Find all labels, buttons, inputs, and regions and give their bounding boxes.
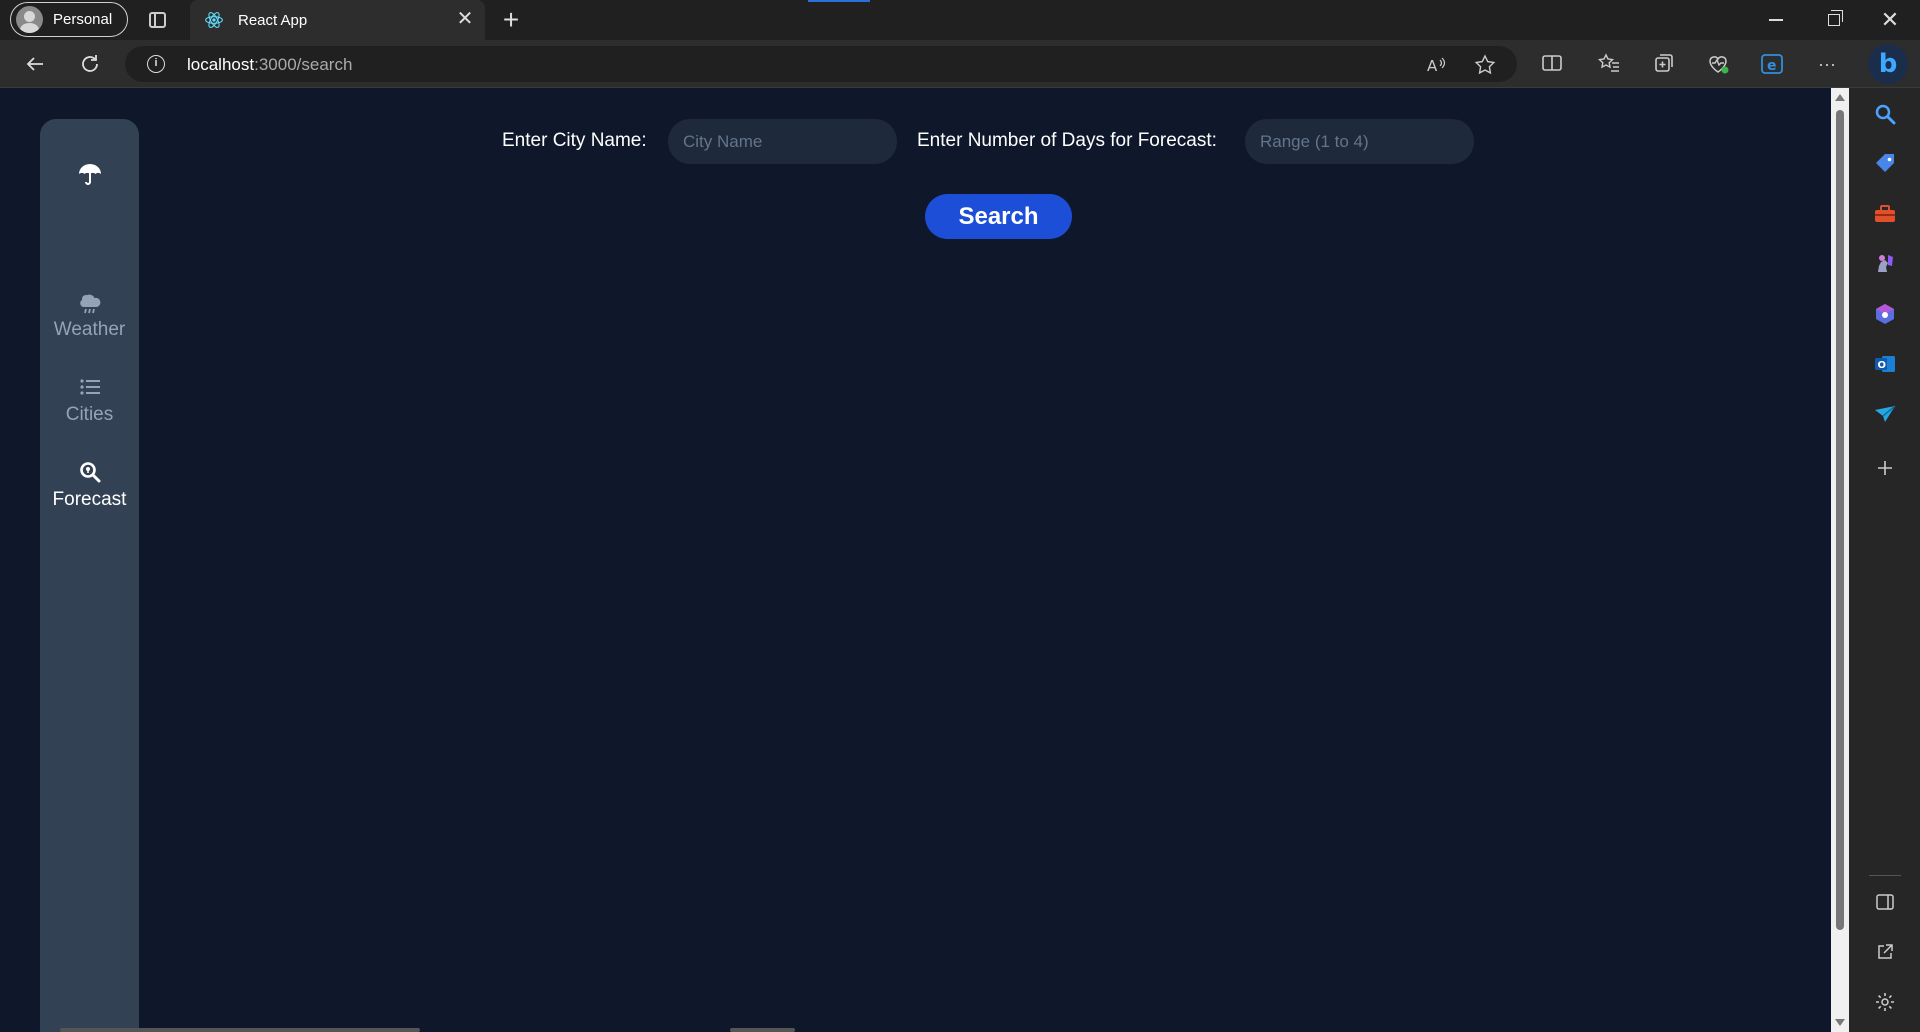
url-host: localhost xyxy=(187,55,255,74)
svg-text:e: e xyxy=(1767,58,1777,74)
read-aloud-icon[interactable]: A xyxy=(1425,54,1447,76)
site-info-icon[interactable]: i xyxy=(147,55,165,73)
tab-actions-icon xyxy=(148,12,166,28)
city-name-input[interactable] xyxy=(668,119,897,164)
restore-button[interactable] xyxy=(1806,0,1862,40)
url-text[interactable]: localhost:3000/search xyxy=(187,55,352,75)
sidebar-item-weather[interactable]: Weather xyxy=(40,291,139,341)
profile-button[interactable]: Personal xyxy=(10,2,128,37)
tools-briefcase-icon[interactable] xyxy=(1871,200,1899,228)
favorite-star-icon[interactable] xyxy=(1474,54,1496,76)
scrollbar-thumb[interactable] xyxy=(1836,110,1844,930)
search-button[interactable]: Search xyxy=(925,194,1072,239)
more-menu-icon[interactable]: ··· xyxy=(1815,52,1839,76)
react-logo-icon xyxy=(204,10,224,30)
split-screen-icon[interactable] xyxy=(1540,52,1564,76)
back-arrow-icon xyxy=(26,57,43,71)
url-path: :3000/search xyxy=(254,55,353,74)
new-tab-button[interactable]: + xyxy=(497,5,525,35)
close-window-button[interactable]: ✕ xyxy=(1862,0,1918,40)
tab-title: React App xyxy=(238,11,308,29)
restore-icon xyxy=(1828,10,1843,26)
sidebar-item-cities[interactable]: Cities xyxy=(40,376,139,426)
address-toolbar: i localhost:3000/search A e ··· b xyxy=(0,40,1920,88)
city-name-label: Enter City Name: xyxy=(502,130,647,151)
reload-icon xyxy=(82,55,98,72)
tab-actions-button[interactable] xyxy=(145,9,169,31)
minimize-icon xyxy=(1769,19,1783,21)
search-location-icon xyxy=(40,461,139,485)
browser-essentials-icon[interactable] xyxy=(1706,52,1730,76)
address-bar[interactable]: i localhost:3000/search A xyxy=(125,46,1517,82)
sidebar-item-label: Cities xyxy=(65,404,114,425)
reload-button[interactable] xyxy=(75,50,105,78)
search-icon[interactable] xyxy=(1871,100,1899,128)
settings-gear-icon[interactable] xyxy=(1871,988,1899,1016)
svg-text:O: O xyxy=(1878,360,1887,371)
browser-window: Personal React App ✕ + ✕ i localhost:300… xyxy=(0,0,1920,1032)
forecast-days-input[interactable] xyxy=(1245,119,1474,164)
sidebar-item-label: Forecast xyxy=(52,489,127,510)
favorites-icon[interactable] xyxy=(1597,52,1621,76)
browser-tab[interactable]: React App ✕ xyxy=(190,0,485,40)
minimize-button[interactable] xyxy=(1748,0,1804,40)
back-button[interactable] xyxy=(20,50,50,78)
copilot-button[interactable]: b xyxy=(1868,44,1908,84)
edge-extension-icon[interactable]: e xyxy=(1760,52,1784,76)
forecast-days-label: Enter Number of Days for Forecast: xyxy=(917,130,1217,151)
open-external-icon[interactable] xyxy=(1871,938,1899,966)
avatar xyxy=(16,6,43,33)
list-icon xyxy=(40,376,139,400)
vertical-scrollbar[interactable] xyxy=(1831,88,1849,1032)
tab-close-icon[interactable]: ✕ xyxy=(455,9,475,29)
title-bar: Personal React App ✕ + ✕ xyxy=(0,0,1920,40)
window-accent xyxy=(808,0,870,2)
shopping-tag-icon[interactable] xyxy=(1871,150,1899,178)
profile-label: Personal xyxy=(53,11,113,28)
scroll-down-icon[interactable] xyxy=(1835,1019,1845,1026)
bing-icon: b xyxy=(1878,49,1898,79)
collections-icon[interactable] xyxy=(1652,52,1676,76)
copilot-hex-icon[interactable] xyxy=(1871,300,1899,328)
horizontal-scrollbar-marker xyxy=(730,1028,795,1032)
search-form: Enter City Name: Enter Number of Days fo… xyxy=(0,119,1831,165)
sidebar-item-forecast[interactable]: Forecast xyxy=(40,461,139,511)
sidebar-divider xyxy=(1869,875,1901,876)
send-icon[interactable] xyxy=(1871,400,1899,428)
hide-sidebar-icon[interactable] xyxy=(1871,888,1899,916)
add-icon[interactable] xyxy=(1871,454,1899,482)
sidebar-item-label: Weather xyxy=(53,319,126,340)
svg-text:A: A xyxy=(1427,57,1438,75)
app-page: Weather Cities Forecast Enter City Name:… xyxy=(0,88,1831,1032)
edge-sidebar: O xyxy=(1849,88,1920,1032)
scroll-up-icon[interactable] xyxy=(1835,94,1845,101)
games-icon[interactable] xyxy=(1871,250,1899,278)
outlook-icon[interactable]: O xyxy=(1871,350,1899,378)
horizontal-scrollbar-thumb[interactable] xyxy=(60,1028,420,1032)
app-sidebar: Weather Cities Forecast xyxy=(40,119,139,1032)
cloud-rain-icon xyxy=(40,291,139,315)
